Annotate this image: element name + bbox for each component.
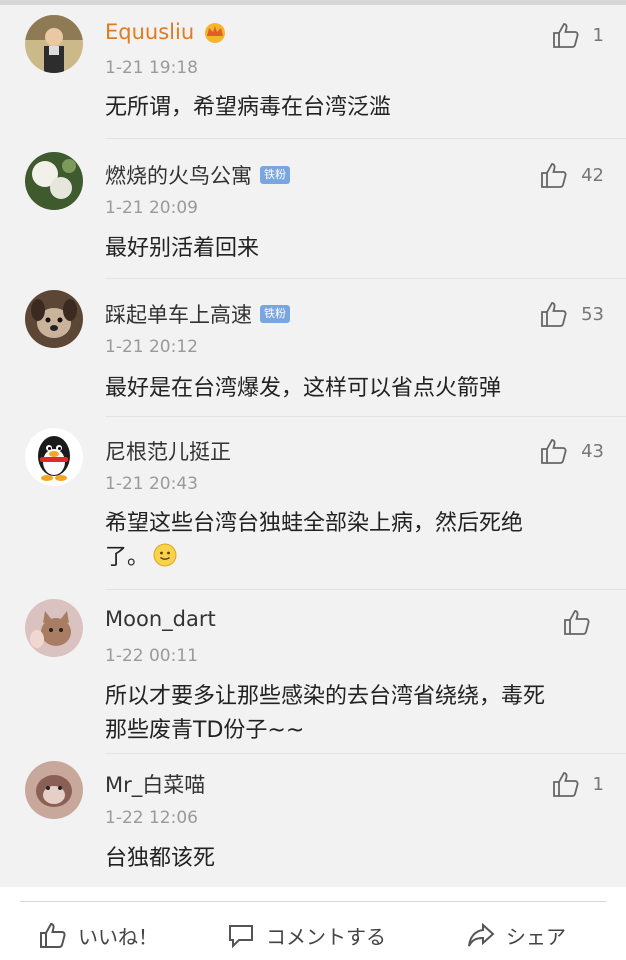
thumbs-up-icon	[541, 163, 567, 188]
username-text: Moon_dart	[105, 607, 216, 631]
username-text: 踩起单车上高速	[105, 303, 252, 327]
divider	[20, 901, 606, 902]
thumbs-up-icon	[552, 23, 579, 48]
comment-text-fragment: 了。	[105, 545, 150, 570]
username-text: Mr_白菜喵	[105, 773, 206, 797]
comment-time: 1-21 20:12	[105, 337, 198, 357]
avatar[interactable]	[25, 761, 83, 819]
like-count: 43	[581, 440, 604, 462]
avatar-flower-icon	[25, 152, 83, 210]
divider	[105, 753, 626, 754]
username-text: 燃烧的火鸟公寓	[105, 164, 252, 188]
divider	[105, 416, 626, 417]
comment-text: 台独都该死	[105, 846, 216, 871]
comment-action-button[interactable]: コメントする	[226, 920, 386, 950]
like-button[interactable]: 53	[539, 299, 604, 329]
bottom-action-bar: いいね！ コメントする シェア	[0, 887, 626, 960]
username[interactable]: Mr_白菜喵	[105, 769, 205, 799]
like-button[interactable]: 1	[551, 20, 604, 50]
smile-emoji-icon	[153, 543, 177, 567]
like-button[interactable]: 1	[551, 769, 604, 799]
comment-text: 最好别活着回来	[105, 236, 260, 261]
thumbs-up-icon	[541, 439, 567, 464]
share-action-button[interactable]: シェア	[466, 920, 566, 950]
username[interactable]: 踩起单车上高速 铁粉	[105, 299, 290, 329]
thumbs-up-icon	[552, 772, 579, 797]
comment-action-label: コメントする	[266, 924, 386, 949]
like-button[interactable]	[562, 607, 604, 637]
avatar-cat2-icon	[25, 761, 83, 819]
fan-badge: 铁粉	[260, 166, 290, 184]
avatar[interactable]	[25, 290, 83, 348]
username[interactable]: Moon_dart	[105, 607, 216, 631]
username-text: 尼根范儿挺正	[105, 440, 231, 464]
avatar[interactable]	[25, 428, 83, 486]
comment-text: 所以才要多让那些感染的去台湾省绕绕，毒死 那些废青TD份子~~	[105, 680, 595, 748]
fan-badge: 铁粉	[260, 305, 290, 323]
comment-text-line: 那些废青TD份子~~	[105, 718, 305, 743]
like-count: 1	[592, 773, 604, 795]
share-arrow-icon	[468, 922, 495, 947]
comment-time: 1-21 19:18	[105, 58, 198, 78]
avatar-qq-penguin-icon	[25, 428, 83, 486]
username[interactable]: Equusliu	[105, 20, 228, 44]
divider	[105, 138, 626, 139]
username[interactable]: 尼根范儿挺正	[105, 436, 231, 466]
like-count: 53	[581, 303, 604, 325]
comment-time: 1-22 12:06	[105, 808, 198, 828]
like-count: 1	[592, 24, 604, 46]
comment-time: 1-22 00:11	[105, 646, 198, 666]
like-action-label: いいね！	[78, 924, 158, 949]
avatar[interactable]	[25, 15, 83, 73]
comment-text: 无所谓，希望病毒在台湾泛滥	[105, 95, 392, 120]
comment-time: 1-21 20:43	[105, 474, 198, 494]
comment-text-line: 希望这些台湾台独蛙全部染上病，然后死绝	[105, 511, 524, 536]
avatar[interactable]	[25, 152, 83, 210]
avatar-dog-icon	[25, 290, 83, 348]
comment-time: 1-21 20:09	[105, 198, 198, 218]
vip-crown-icon	[205, 23, 226, 43]
divider	[105, 589, 626, 590]
like-count: 42	[581, 164, 604, 186]
top-strip	[0, 0, 626, 5]
comment-text-line: 所以才要多让那些感染的去台湾省绕绕，毒死	[105, 684, 546, 709]
like-button[interactable]: 43	[539, 436, 604, 466]
comment-text: 最好是在台湾爆发，这样可以省点火箭弹	[105, 376, 502, 401]
like-action-button[interactable]: いいね！	[38, 920, 158, 950]
avatar-cat-icon	[25, 599, 83, 657]
username-text: Equusliu	[105, 20, 195, 44]
username[interactable]: 燃烧的火鸟公寓 铁粉	[105, 160, 290, 190]
comment-text: 希望这些台湾台独蛙全部染上病，然后死绝 了。	[105, 507, 595, 575]
comment-text-line: 了。	[105, 541, 595, 575]
thumbs-up-icon	[564, 610, 590, 635]
comment-bubble-icon	[229, 925, 253, 949]
divider	[105, 278, 626, 279]
share-action-label: シェア	[506, 924, 566, 949]
thumbs-up-icon	[541, 302, 567, 327]
like-button[interactable]: 42	[539, 160, 604, 190]
avatar-man-icon	[25, 15, 83, 73]
avatar[interactable]	[25, 599, 83, 657]
thumbs-up-icon	[40, 922, 66, 948]
